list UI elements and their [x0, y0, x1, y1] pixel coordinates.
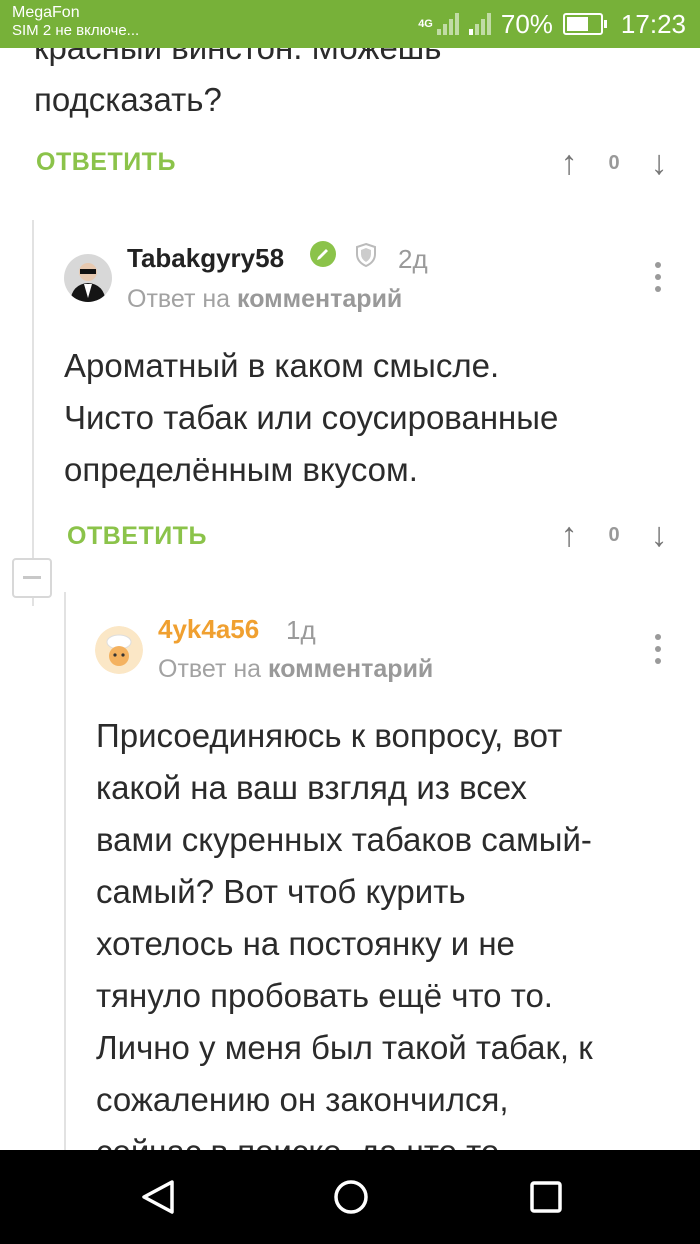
- comment-line: определённым вкусом.: [64, 451, 418, 488]
- comment-line: самый? Вот чтоб курить: [96, 873, 466, 910]
- comment-line: сейчас в поиске, да что то: [96, 1126, 593, 1150]
- arrow-up-icon[interactable]: ↑: [554, 144, 584, 183]
- shield-icon: [356, 242, 376, 268]
- reply-to-line: Ответ на комментарий: [127, 285, 402, 314]
- rating-count: 0: [608, 152, 620, 174]
- username[interactable]: Tabakgyry58: [127, 243, 284, 274]
- navigation-bar: [0, 1150, 700, 1244]
- reply-to-link[interactable]: комментарий: [237, 285, 402, 313]
- avatar[interactable]: [64, 254, 112, 302]
- username[interactable]: 4yk4a56: [158, 614, 259, 645]
- arrow-up-icon[interactable]: ↑: [554, 516, 584, 555]
- comment-line: какой на ваш взгляд из всех: [96, 769, 527, 806]
- battery-percent: 70%: [500, 8, 553, 39]
- thread-line: [64, 592, 66, 1150]
- comment-line: сожалению он закончился,: [96, 1081, 509, 1118]
- recent-square-icon[interactable]: [526, 1177, 566, 1217]
- back-triangle-icon[interactable]: [138, 1177, 178, 1217]
- thread-line: [32, 598, 34, 606]
- comment-line: подсказать?: [34, 81, 222, 118]
- minus-icon[interactable]: [12, 558, 52, 598]
- reply-button[interactable]: ОТВЕТИТЬ: [67, 522, 207, 551]
- vote-controls: ↑ 0 ↓: [554, 516, 674, 555]
- arrow-down-icon[interactable]: ↓: [644, 144, 674, 183]
- comment-time: 1д: [286, 615, 316, 645]
- carrier-name: MegaFon: [12, 4, 80, 21]
- check-badge-icon: [310, 241, 336, 267]
- kebab-menu-icon[interactable]: [655, 262, 661, 292]
- status-indicators: 4G 70% 17:23: [418, 0, 686, 48]
- comment-line: Присоединяюсь к вопросу, вот: [96, 717, 563, 754]
- status-bar: MegaFon SIM 2 не включе... 4G 70% 17:23: [0, 0, 700, 48]
- battery-fill: [566, 17, 589, 31]
- signal-icon: [436, 13, 459, 35]
- rating-count: 0: [608, 524, 620, 546]
- thread-line: [32, 220, 34, 592]
- network-type: 4G: [418, 18, 433, 30]
- comment-line: хотелось на постоянку и не: [96, 925, 515, 962]
- reply-to-prefix: Ответ на: [127, 285, 231, 313]
- signal-icon-sim2: [468, 13, 491, 35]
- comment-text: Ароматный в каком смысле. Чисто табак ил…: [64, 340, 558, 496]
- reply-button[interactable]: ОТВЕТИТЬ: [36, 148, 176, 177]
- comment-line: красный винстон. Можешь: [34, 48, 441, 74]
- comment-line: Лично у меня был такой табак, к: [96, 1029, 593, 1066]
- vote-controls: ↑ 0 ↓: [554, 144, 674, 183]
- reply-to-line: Ответ на комментарий: [158, 655, 433, 684]
- comments-feed[interactable]: красный винстон. Можешь подсказать? ОТВЕ…: [0, 48, 700, 1150]
- home-circle-icon[interactable]: [331, 1177, 371, 1217]
- comment-line: вами скуренных табаков самый-: [96, 821, 592, 858]
- avatar[interactable]: [95, 626, 143, 674]
- sim2-status: SIM 2 не включе...: [12, 22, 140, 39]
- reply-to-prefix: Ответ на: [158, 655, 262, 683]
- comment-text-previous: красный винстон. Можешь подсказать?: [34, 48, 441, 126]
- comment-line: Чисто табак или соусированные: [64, 399, 559, 436]
- kebab-menu-icon[interactable]: [655, 634, 661, 664]
- comment-line: тянуло пробовать ещё что то.: [96, 977, 553, 1014]
- arrow-down-icon[interactable]: ↓: [644, 516, 674, 555]
- comment-text: Присоединяюсь к вопросу, вот какой на ва…: [96, 710, 593, 1150]
- battery-icon: [562, 13, 607, 35]
- reply-to-link[interactable]: комментарий: [268, 655, 433, 683]
- clock: 17:23: [620, 8, 686, 39]
- comment-time: 2д: [398, 244, 428, 274]
- carrier-info: MegaFon SIM 2 не включе...: [12, 4, 139, 40]
- comment-line: Ароматный в каком смысле.: [64, 347, 500, 384]
